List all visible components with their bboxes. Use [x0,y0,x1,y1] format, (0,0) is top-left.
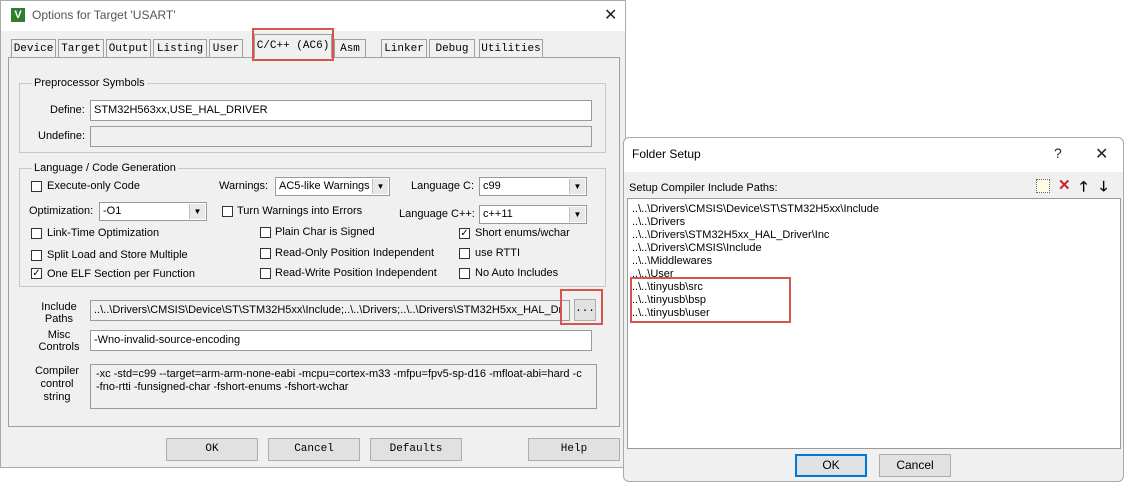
options-dialog-title: Options for Target 'USART' [32,8,176,22]
plain-char-label: Plain Char is Signed [275,226,375,238]
delete-icon[interactable]: ✕ [1058,176,1071,194]
use-rtti-checkbox[interactable] [459,248,470,259]
include-label-line-1: Include [41,301,77,313]
lto-label: Link-Time Optimization [47,227,160,239]
tab-asm[interactable]: Asm [334,39,366,57]
turn-warnings-checkbox[interactable] [222,206,233,217]
tab-output[interactable]: Output [106,39,151,57]
turn-warnings-label: Turn Warnings into Errors [237,205,363,217]
cpp-tab-panel: Preprocessor Symbols Define: STM32H563xx… [8,57,620,427]
help-icon[interactable]: ? [1054,145,1062,161]
chevron-down-icon: ▼ [372,179,388,194]
tab-linker[interactable]: Linker [381,39,427,57]
options-dialog: V Options for Target 'USART' ✕ Device Ta… [0,0,626,468]
warnings-value: AC5-like Warnings [279,180,370,192]
split-load-checkbox[interactable] [31,250,42,261]
language-c-label: Language C: [411,180,474,192]
short-enums-checkbox[interactable]: ✓ [459,228,470,239]
rwpi-label: Read-Write Position Independent [275,267,437,279]
use-rtti-label: use RTTI [475,247,521,259]
rwpi-checkbox[interactable] [260,268,271,279]
folder-cancel-button[interactable]: Cancel [879,454,951,477]
lto-checkbox[interactable] [31,228,42,239]
execute-only-label: Execute-only Code [47,180,140,192]
chevron-down-icon: ▼ [569,179,585,194]
language-cpp-label: Language C++: [399,208,475,220]
misc-controls-input[interactable]: -Wno-invalid-source-encoding [90,330,592,351]
no-auto-includes-label: No Auto Includes [475,267,559,279]
misc-label-line-2: Controls [38,341,80,353]
undefine-input[interactable] [90,126,592,147]
tab-utilities[interactable]: Utilities [479,39,543,57]
tab-device[interactable]: Device [11,39,56,57]
tab-user[interactable]: User [209,39,243,57]
highlight-cpp-tab [252,28,334,61]
language-c-select[interactable]: c99 ▼ [479,177,587,196]
folder-setup-title: Folder Setup [632,147,701,161]
folder-setup-titlebar[interactable]: Folder Setup ? ✕ [624,138,1123,172]
new-folder-icon[interactable] [1036,179,1050,193]
close-icon[interactable]: ✕ [604,5,617,25]
one-elf-label: One ELF Section per Function [47,268,195,280]
compiler-label-line-3: string [43,391,71,403]
highlight-browse-button [560,289,603,325]
tab-target[interactable]: Target [58,39,104,57]
one-elf-checkbox[interactable]: ✓ [31,268,42,279]
ok-button[interactable]: OK [166,438,258,461]
compiler-string-line-2: -fno-rtti -funsigned-char -fshort-enums … [96,381,349,393]
options-titlebar[interactable]: V Options for Target 'USART' ✕ [1,1,625,31]
no-auto-includes-checkbox[interactable] [459,268,470,279]
chevron-down-icon: ▼ [569,207,585,222]
define-label: Define: [50,104,85,116]
split-load-label: Split Load and Store Multiple [47,249,188,261]
misc-controls-label: Misc Controls [35,329,83,353]
ropi-label: Read-Only Position Independent [275,247,434,259]
language-cpp-select[interactable]: c++11 ▼ [479,205,587,224]
define-input[interactable]: STM32H563xx,USE_HAL_DRIVER [90,100,592,121]
compiler-label-line-2: control [40,378,74,390]
warnings-label: Warnings: [219,180,269,192]
language-group-label: Language / Code Generation [32,162,178,174]
include-paths-input[interactable]: ..\..\Drivers\CMSIS\Device\ST\STM32H5xx\… [90,300,570,321]
tab-debug[interactable]: Debug [429,39,475,57]
optimization-select[interactable]: -O1 ▼ [99,202,207,221]
list-header-label: Setup Compiler Include Paths: [629,182,778,194]
tab-listing[interactable]: Listing [153,39,207,57]
close-icon[interactable]: ✕ [1095,144,1108,164]
defaults-button[interactable]: Defaults [370,438,462,461]
language-cpp-value: c++11 [483,208,513,220]
list-item[interactable]: ..\..\Drivers\CMSIS\Include [632,242,762,254]
cancel-button[interactable]: Cancel [268,438,360,461]
ropi-checkbox[interactable] [260,248,271,259]
preprocessor-group-label: Preprocessor Symbols [32,77,147,89]
list-item[interactable]: ..\..\Drivers [632,216,685,228]
language-c-value: c99 [483,180,501,192]
optimization-label: Optimization: [29,205,94,217]
execute-only-checkbox[interactable] [31,181,42,192]
help-button[interactable]: Help [528,438,620,461]
optimization-value: -O1 [103,205,122,217]
compiler-string-label: Compiler control string [31,365,83,404]
list-item[interactable]: ..\..\Drivers\CMSIS\Device\ST\STM32H5xx\… [632,203,879,215]
include-label-line-2: Paths [44,313,74,325]
compiler-string-box[interactable]: -xc -std=c99 --target=arm-arm-none-eabi … [90,364,597,409]
folder-ok-button[interactable]: OK [795,454,867,477]
chevron-down-icon: ▼ [189,204,205,219]
compiler-string-line-1: -xc -std=c99 --target=arm-arm-none-eabi … [96,368,582,380]
folder-setup-dialog: Folder Setup ? ✕ Setup Compiler Include … [623,137,1124,482]
list-item[interactable]: ..\..\Drivers\STM32H5xx_HAL_Driver\Inc [632,229,829,241]
highlight-tinyusb-paths [630,277,791,323]
plain-char-checkbox[interactable] [260,227,271,238]
warnings-select[interactable]: AC5-like Warnings ▼ [275,177,390,196]
compiler-label-line-1: Compiler [34,365,79,377]
include-paths-label: Include Paths [35,301,83,325]
include-path-list[interactable]: ..\..\Drivers\CMSIS\Device\ST\STM32H5xx\… [627,198,1121,449]
short-enums-label: Short enums/wchar [475,227,570,239]
move-down-icon[interactable]: 🡓 [1100,176,1107,200]
misc-label-line-1: Misc [47,329,71,341]
list-item[interactable]: ..\..\Middlewares [632,255,712,267]
undefine-label: Undefine: [38,130,86,142]
move-up-icon[interactable]: 🡑 [1080,176,1087,200]
keil-icon: V [11,8,25,22]
